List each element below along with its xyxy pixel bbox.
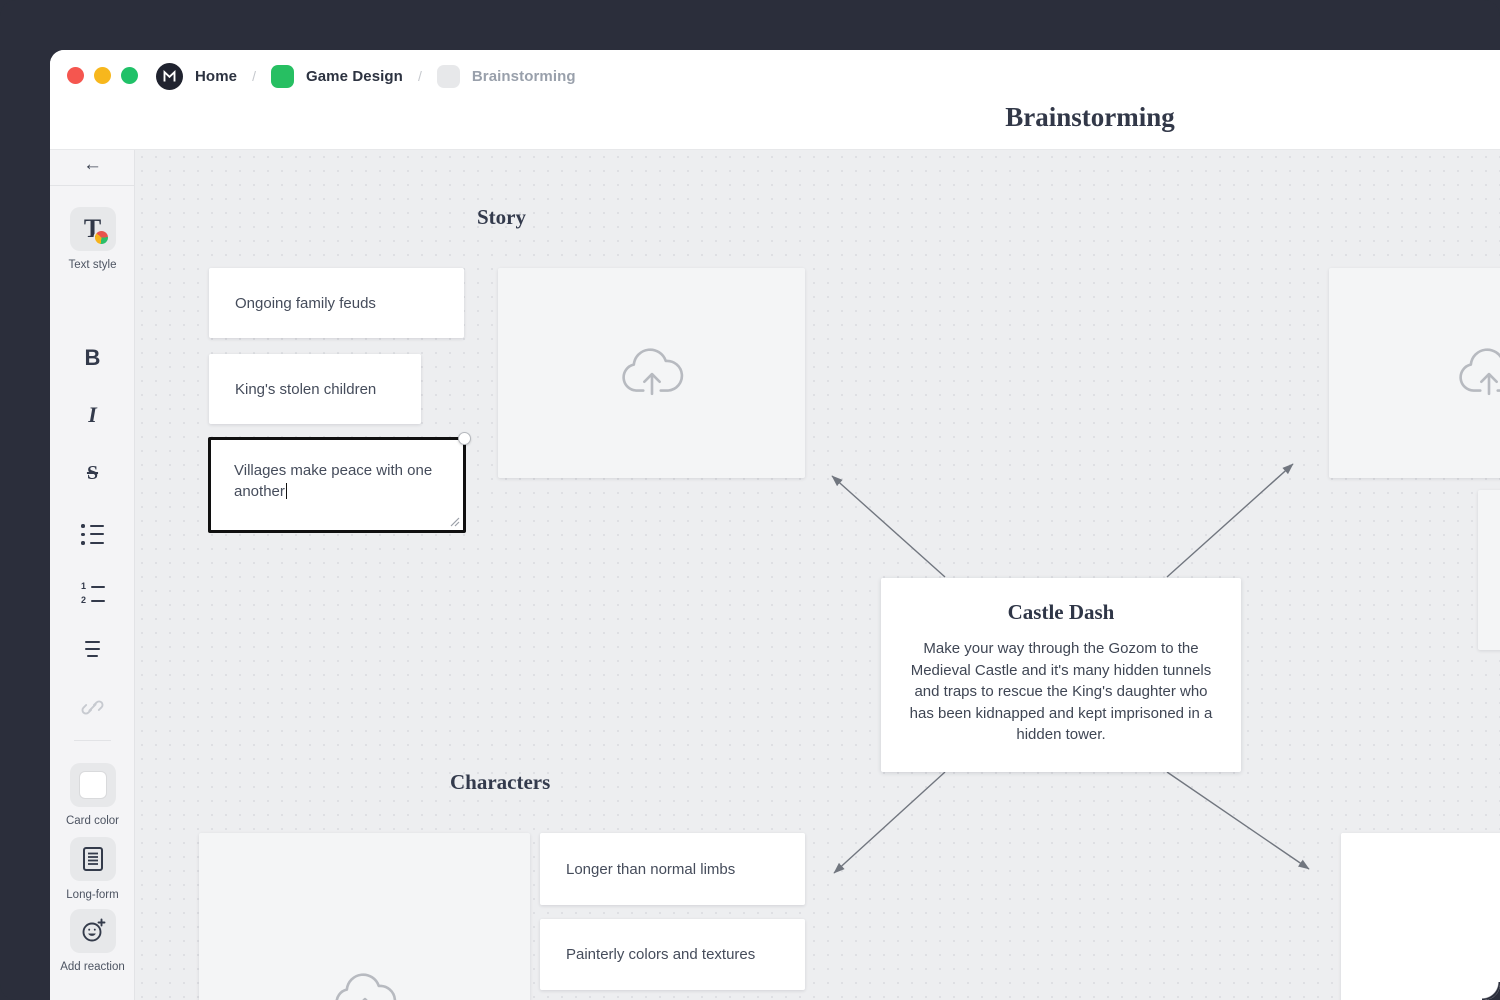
note-text: Ongoing family feuds (235, 295, 376, 312)
bold-button[interactable]: B (50, 345, 135, 371)
text-style-label: Text style (69, 259, 117, 271)
long-form-label: Long-form (66, 889, 118, 901)
board-canvas[interactable]: Story Ongoing family feuds King's stolen… (135, 150, 1500, 1000)
color-wheel-icon (95, 231, 108, 244)
breadcrumb-home[interactable]: Home (195, 68, 237, 85)
characters-heading-card[interactable]: Characters (450, 770, 550, 795)
image-upload-placeholder[interactable] (1329, 268, 1500, 478)
italic-button[interactable]: I (50, 402, 135, 428)
italic-icon: I (88, 402, 97, 428)
numbered-list-button[interactable]: 1 2 (50, 582, 135, 605)
link-button[interactable] (50, 696, 135, 719)
note-text: King's stolen children (235, 381, 376, 398)
long-form-button[interactable]: Long-form (50, 837, 135, 901)
board-chip-gray-icon (437, 65, 460, 88)
castle-dash-card[interactable]: Castle Dash Make your way through the Go… (881, 578, 1241, 772)
castle-dash-body: Make your way through the Gozom to the M… (903, 638, 1219, 746)
note-text: Villages make peace with one another (234, 462, 432, 500)
text-caret (286, 483, 288, 499)
cloud-upload-icon (617, 345, 687, 401)
window-minimize-button[interactable] (94, 67, 111, 84)
window-close-button[interactable] (67, 67, 84, 84)
note-text: Painterly colors and textures (566, 946, 755, 963)
text-style-button[interactable]: T Text style (50, 207, 135, 271)
add-reaction-label: Add reaction (60, 961, 125, 973)
story-heading-card[interactable]: Story (477, 205, 526, 230)
note-card[interactable]: Ongoing family feuds (209, 268, 464, 338)
breadcrumb-brainstorming: Brainstorming (472, 68, 576, 85)
selection-handle[interactable] (458, 432, 471, 445)
bullet-list-icon (81, 524, 104, 545)
app-window: Home / Game Design / Brainstorming Brain… (50, 50, 1500, 1000)
window-zoom-button[interactable] (121, 67, 138, 84)
smiley-plus-icon (70, 909, 116, 953)
board-title: Brainstorming (890, 102, 1290, 133)
long-form-icon (70, 837, 116, 881)
collapse-sidebar-button[interactable]: ← (50, 154, 135, 176)
bullet-list-button[interactable] (50, 524, 135, 545)
text-style-icon: T (70, 207, 116, 251)
divider (50, 185, 135, 186)
board-chip-green-icon[interactable] (271, 65, 294, 88)
formatting-sidebar: ← T Text style B I S (50, 150, 135, 1000)
image-upload-placeholder[interactable] (498, 268, 805, 478)
note-card[interactable]: Painterly colors and textures (540, 919, 805, 990)
partial-card[interactable] (1478, 490, 1500, 650)
milanote-logo-icon[interactable] (156, 63, 183, 90)
align-button[interactable] (50, 641, 135, 657)
arrow-left-icon: ← (83, 154, 102, 176)
card-color-button[interactable]: Card color (50, 763, 135, 827)
cloud-upload-icon (330, 970, 400, 1000)
numbered-list-icon: 1 2 (80, 582, 105, 605)
divider (74, 740, 111, 741)
castle-dash-title: Castle Dash (881, 600, 1241, 625)
breadcrumb-separator: / (415, 68, 425, 84)
breadcrumb: Home / Game Design / Brainstorming (156, 62, 576, 90)
titlebar: Home / Game Design / Brainstorming Brain… (50, 50, 1500, 150)
cloud-upload-icon (1454, 345, 1500, 401)
card-color-label: Card color (66, 815, 119, 827)
breadcrumb-game-design[interactable]: Game Design (306, 68, 403, 85)
frame-corner (1482, 982, 1500, 1000)
strikethrough-button[interactable]: S (50, 462, 135, 485)
note-card[interactable]: Longer than normal limbs (540, 833, 805, 905)
breadcrumb-separator: / (249, 68, 259, 84)
link-icon (81, 696, 104, 719)
partial-card[interactable] (1341, 833, 1500, 1000)
resize-grip-icon[interactable] (450, 517, 460, 527)
bold-icon: B (85, 345, 101, 371)
align-center-icon (85, 641, 100, 657)
selected-note-card[interactable]: Villages make peace with one another (208, 437, 466, 533)
add-reaction-button[interactable]: Add reaction (50, 909, 135, 973)
note-card[interactable]: King's stolen children (209, 354, 421, 424)
strikethrough-icon: S (87, 462, 98, 485)
card-color-swatch-icon (70, 763, 116, 807)
desktop-frame: Home / Game Design / Brainstorming Brain… (0, 0, 1500, 1000)
image-upload-placeholder[interactable] (199, 833, 530, 1000)
note-text: Longer than normal limbs (566, 861, 735, 878)
